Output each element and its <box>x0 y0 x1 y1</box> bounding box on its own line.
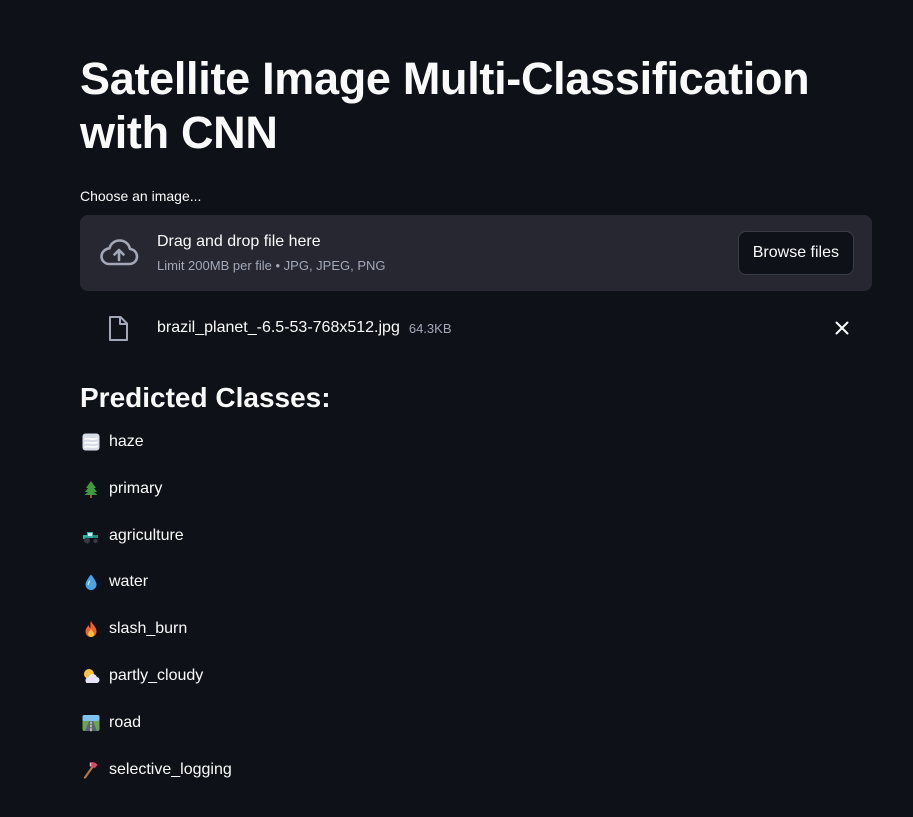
page-title: Satellite Image Multi-Classification wit… <box>80 53 810 158</box>
browse-files-button[interactable]: Browse files <box>737 231 854 275</box>
file-size: 64.3KB <box>408 320 452 336</box>
class-label: water <box>109 573 149 591</box>
file-dropzone[interactable]: Drag and drop file here Limit 200MB per … <box>80 215 872 291</box>
list-item: road <box>80 712 872 734</box>
list-item: agriculture <box>80 525 872 547</box>
class-label: selective_logging <box>109 760 232 778</box>
list-item: slash_burn <box>80 618 872 640</box>
dropzone-instruction: Drag and drop file here <box>157 233 321 250</box>
list-item: haze <box>80 431 872 453</box>
sun-behind-cloud-emoji-icon <box>81 666 101 686</box>
list-item: primary <box>80 478 872 500</box>
class-label: slash_burn <box>109 620 188 638</box>
close-icon[interactable] <box>832 318 852 338</box>
app-page: Satellite Image Multi-Classification wit… <box>0 0 913 817</box>
fire-emoji-icon <box>81 619 101 639</box>
class-label: primary <box>109 479 163 497</box>
dropzone-texts: Drag and drop file here Limit 200MB per … <box>157 232 738 274</box>
axe-emoji-icon <box>81 760 101 780</box>
list-item: water <box>80 571 872 593</box>
class-label: partly_cloudy <box>109 666 204 684</box>
file-icon <box>106 314 130 342</box>
list-item: selective_logging <box>80 759 872 781</box>
dropzone-limit-text: Limit 200MB per file • JPG, JPEG, PNG <box>157 258 386 273</box>
class-label: road <box>109 713 142 731</box>
evergreen-tree-emoji-icon <box>81 479 101 499</box>
predicted-classes-heading: Predicted Classes: <box>80 382 331 413</box>
motorway-emoji-icon <box>81 713 101 733</box>
file-name: brazil_planet_-6.5-53-768x512.jpg <box>157 319 400 336</box>
uploader-label: Choose an image... <box>80 188 202 204</box>
droplet-emoji-icon <box>81 572 101 592</box>
tractor-emoji-icon <box>81 526 101 546</box>
cloud-upload-icon <box>98 237 140 269</box>
class-label: haze <box>109 433 144 450</box>
uploaded-file-row: brazil_planet_-6.5-53-768x512.jpg 64.3KB <box>80 310 872 346</box>
predicted-classes-list: haze primary agriculture water slash_bur… <box>80 431 872 781</box>
class-label: agriculture <box>109 526 184 544</box>
fog-emoji-icon <box>81 432 101 452</box>
list-item: partly_cloudy <box>80 665 872 687</box>
